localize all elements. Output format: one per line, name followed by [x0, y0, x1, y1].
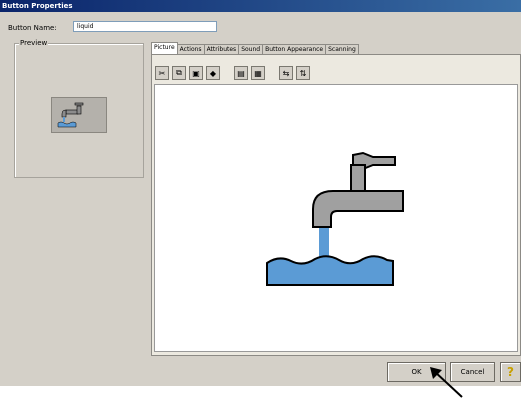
faucet-thumbnail-icon	[57, 102, 84, 128]
tab-sound[interactable]: Sound	[238, 44, 264, 54]
button-name-input[interactable]	[73, 21, 217, 32]
flip-vertical-icon[interactable]: ⇅	[296, 66, 310, 80]
button-properties-dialog: Button Properties Button Name: Preview P…	[0, 0, 521, 386]
tab-button-appearance[interactable]: Button Appearance	[262, 44, 327, 54]
arrow-pointer-icon	[430, 367, 463, 398]
preview-button[interactable]	[51, 97, 107, 133]
tab-attributes[interactable]: Attributes	[203, 44, 240, 54]
flip-horizontal-icon[interactable]: ⇆	[279, 66, 293, 80]
faucet-picture	[266, 151, 404, 286]
fit-picture-icon[interactable]: ▦	[251, 66, 265, 80]
eraser-icon[interactable]: ◆	[206, 66, 220, 80]
help-button[interactable]: ?	[500, 362, 521, 382]
paste-icon[interactable]: ▣	[189, 66, 203, 80]
tab-bar: Picture Actions Attributes Sound Button …	[151, 42, 359, 54]
faucet-body	[312, 190, 404, 228]
tab-picture[interactable]: Picture	[151, 42, 178, 54]
button-name-label: Button Name:	[8, 24, 57, 32]
faucet-stem	[350, 164, 366, 192]
preview-label: Preview	[19, 39, 49, 47]
copy-icon[interactable]: ⧉	[172, 66, 186, 80]
picture-canvas[interactable]	[154, 84, 518, 352]
insert-picture-icon[interactable]: ▤	[234, 66, 248, 80]
water-pool	[266, 255, 394, 286]
picture-toolbar: ✂ ⧉ ▣ ◆ ▤ ▦ ⇆ ⇅	[155, 66, 310, 84]
tab-scanning[interactable]: Scanning	[325, 44, 359, 54]
window-title: Button Properties	[0, 0, 521, 12]
tab-actions[interactable]: Actions	[176, 44, 205, 54]
scissors-icon[interactable]: ✂	[155, 66, 169, 80]
